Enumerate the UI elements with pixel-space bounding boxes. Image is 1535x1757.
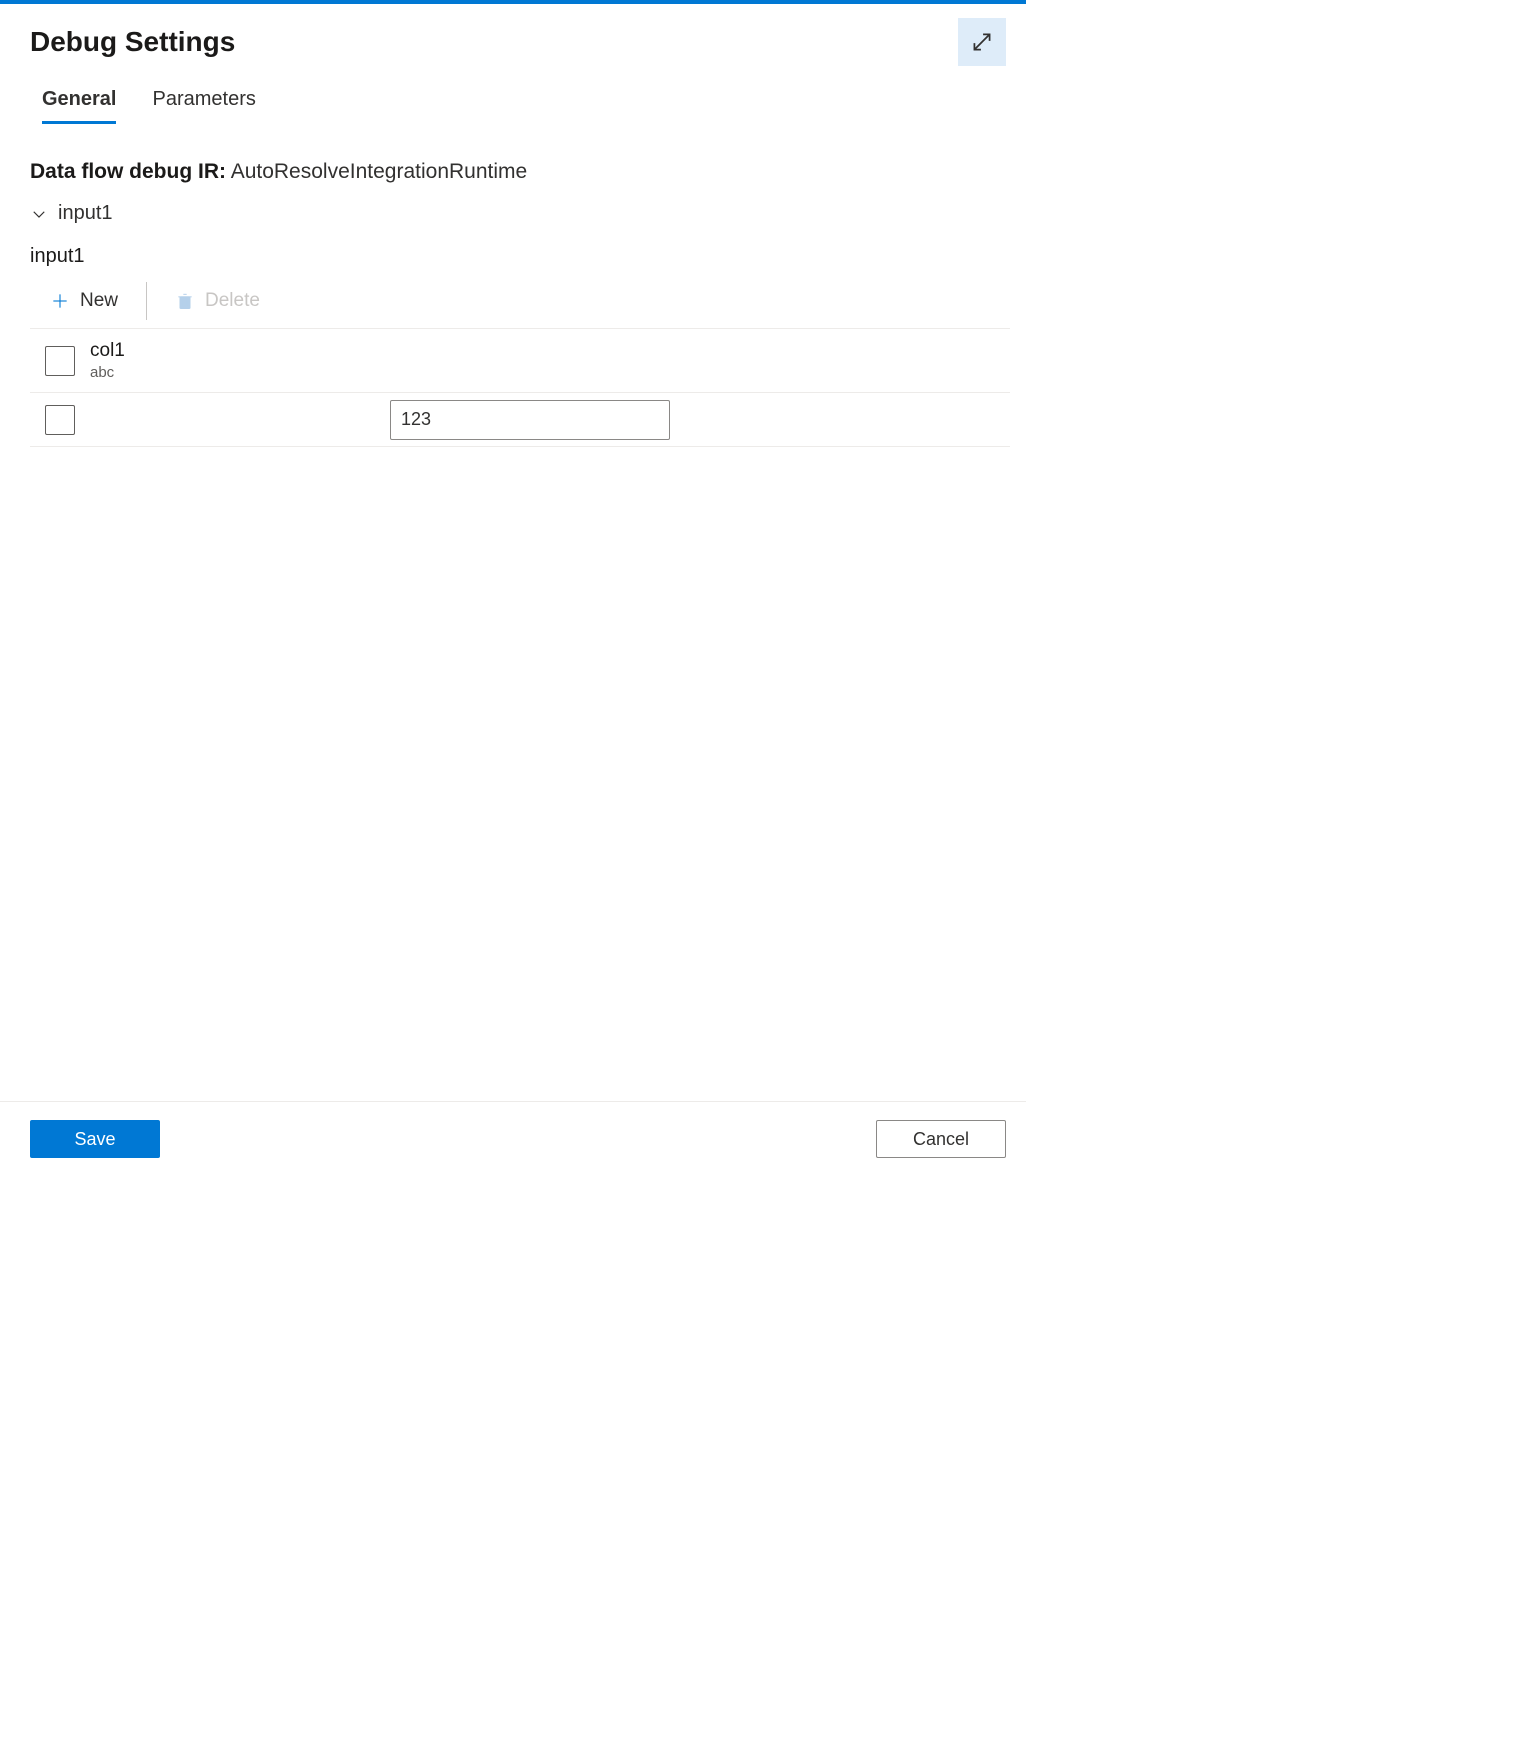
new-button[interactable]: New xyxy=(40,286,128,316)
column-sample: abc xyxy=(90,364,1010,381)
footer: Save Cancel xyxy=(0,1101,1026,1176)
header-row: Debug Settings xyxy=(0,4,1026,72)
tablist: General Parameters xyxy=(0,72,1026,124)
table: col1 abc xyxy=(30,329,1010,447)
new-button-label: New xyxy=(80,290,118,312)
sub-heading: input1 xyxy=(30,245,1010,268)
page-title: Debug Settings xyxy=(30,26,235,58)
expand-button[interactable] xyxy=(958,18,1006,66)
select-all-checkbox[interactable] xyxy=(45,346,75,376)
content-area: Data flow debug IR: AutoResolveIntegrati… xyxy=(0,130,1026,1101)
section-toggle[interactable]: input1 xyxy=(30,202,1010,225)
value-input[interactable] xyxy=(390,400,670,440)
table-header-row: col1 abc xyxy=(30,329,1010,393)
chevron-down-icon xyxy=(30,205,48,223)
toolbar: New Delete xyxy=(30,278,1010,329)
debug-ir-label: Data flow debug IR: xyxy=(30,160,226,183)
column-header: col1 abc xyxy=(90,340,1010,381)
section-name: input1 xyxy=(58,202,113,225)
value-cell xyxy=(390,400,690,440)
delete-button-label: Delete xyxy=(205,290,260,312)
row-checkbox[interactable] xyxy=(45,405,75,435)
save-button[interactable]: Save xyxy=(30,1120,160,1158)
checkbox-cell xyxy=(30,346,90,376)
tab-general[interactable]: General xyxy=(42,88,116,124)
expand-icon xyxy=(969,29,995,55)
delete-button: Delete xyxy=(165,286,270,316)
tab-parameters[interactable]: Parameters xyxy=(152,88,255,124)
toolbar-divider xyxy=(146,282,147,320)
cancel-button[interactable]: Cancel xyxy=(876,1120,1006,1158)
checkbox-cell xyxy=(30,405,90,435)
debug-ir-row: Data flow debug IR: AutoResolveIntegrati… xyxy=(30,160,1010,184)
column-name: col1 xyxy=(90,340,1010,362)
table-row xyxy=(30,393,1010,447)
trash-icon xyxy=(175,290,195,312)
plus-icon xyxy=(50,291,70,311)
debug-ir-value: AutoResolveIntegrationRuntime xyxy=(231,160,528,183)
